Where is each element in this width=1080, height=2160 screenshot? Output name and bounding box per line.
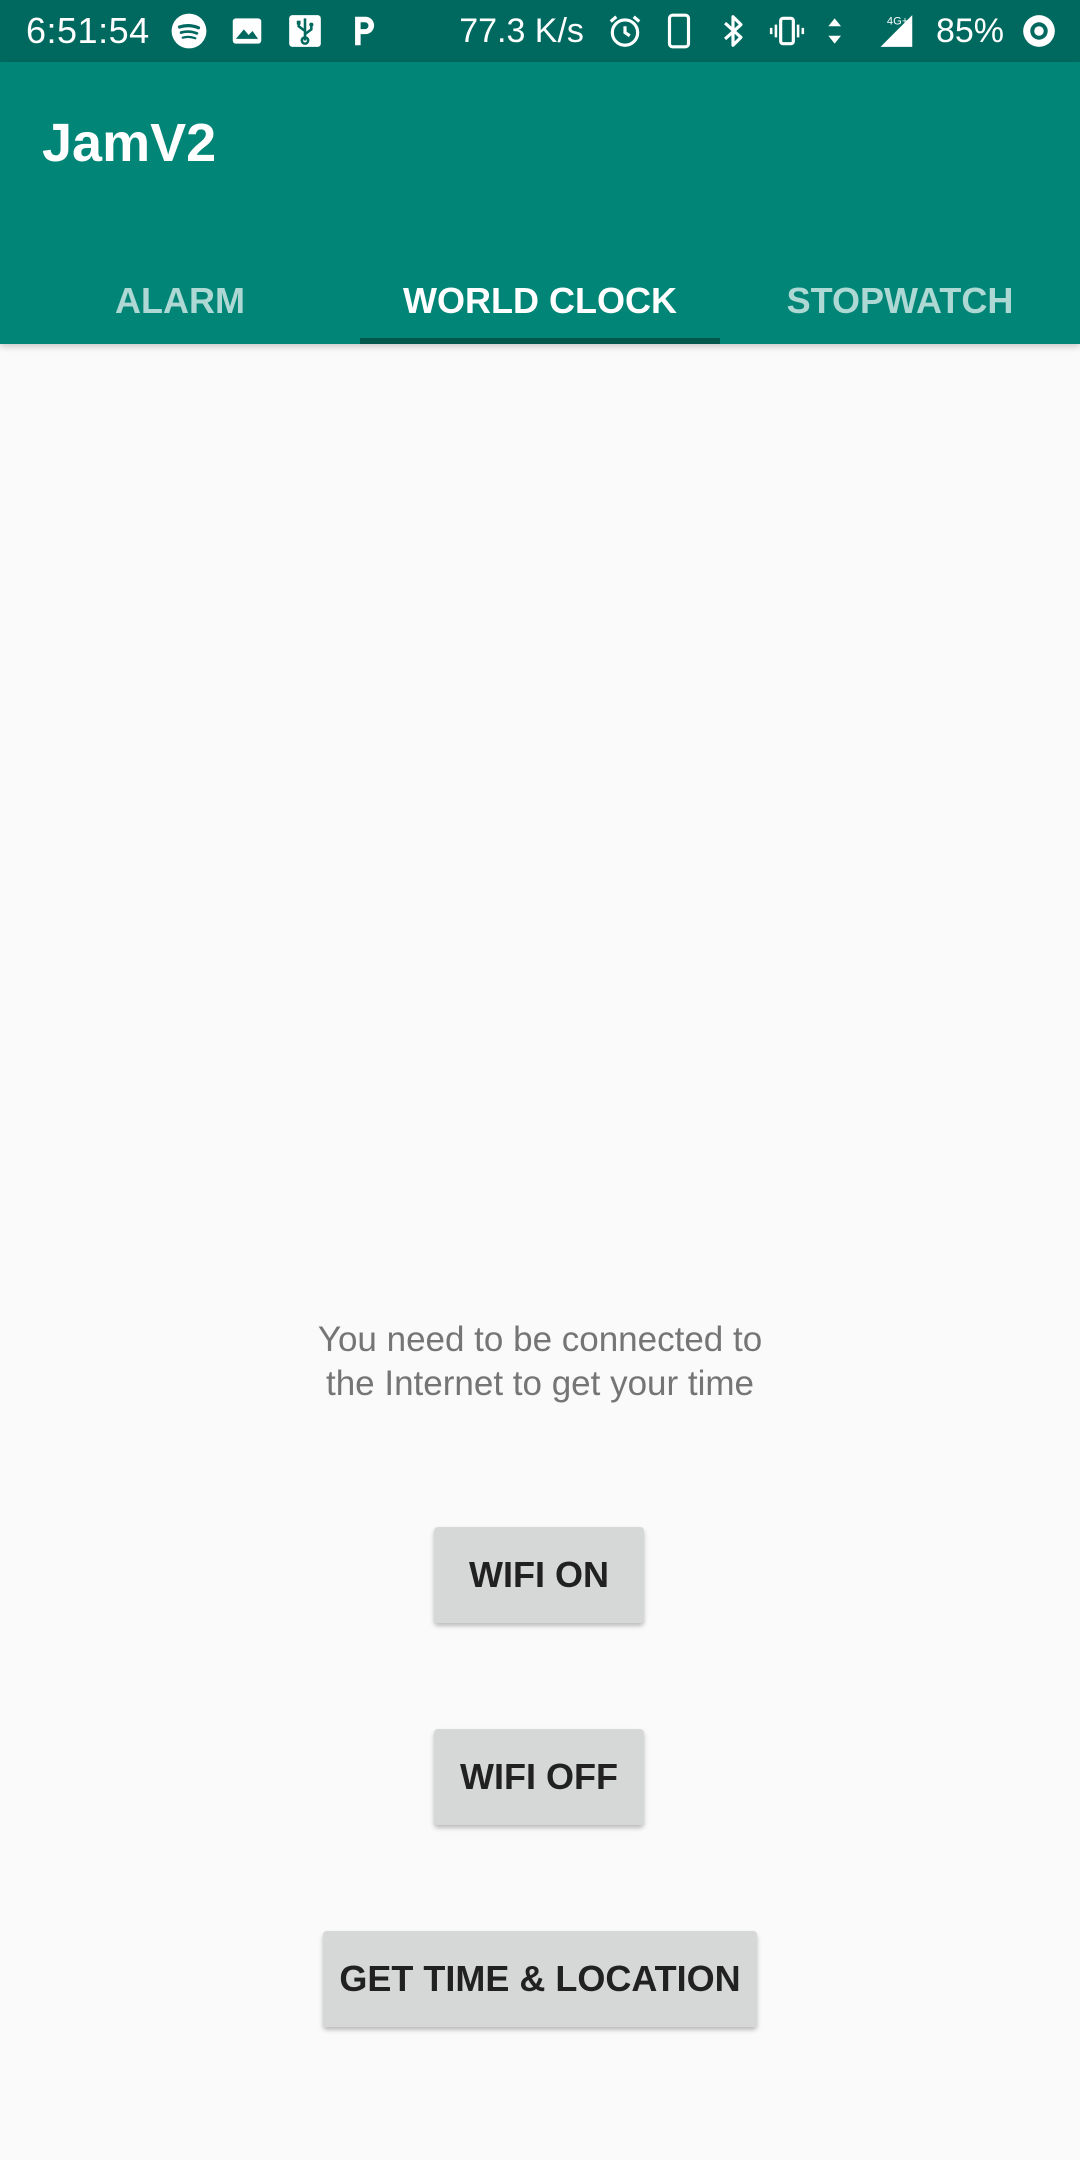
spotify-icon [170, 12, 208, 50]
data-arrows-icon [822, 12, 860, 50]
wifi-on-button[interactable]: WIFI ON [434, 1527, 644, 1623]
usb-icon [286, 12, 324, 50]
signal-icon: 4G+ [876, 12, 920, 50]
status-time: 6:51:54 [26, 10, 150, 51]
image-icon [228, 12, 266, 50]
tab-bar: ALARM WORLD CLOCK STOPWATCH [0, 258, 1080, 344]
wifi-off-button[interactable]: WIFI OFF [434, 1729, 644, 1825]
phone-icon [660, 12, 698, 50]
message-line-1: You need to be connected to [317, 1320, 763, 1359]
battery-icon [1020, 12, 1058, 50]
status-bar: 6:51:54 77.3 K/s 4G+ 85% [0, 0, 1080, 62]
network-type-label: 4G+ [887, 16, 908, 28]
app-bar: JamV2 ALARM WORLD CLOCK STOPWATCH [0, 62, 1080, 344]
tab-world-clock[interactable]: WORLD CLOCK [360, 258, 720, 344]
app-title: JamV2 [42, 113, 217, 173]
parking-icon [344, 12, 382, 50]
connection-message: You need to be connected to the Internet… [0, 1318, 1080, 1406]
alarm-icon [606, 12, 644, 50]
get-time-location-button[interactable]: GET TIME & LOCATION [323, 1931, 757, 2027]
network-speed: 77.3 K/s [459, 11, 584, 50]
bluetooth-icon [714, 12, 752, 50]
battery-percent: 85% [935, 11, 1004, 50]
vibrate-icon [768, 12, 806, 50]
tab-alarm[interactable]: ALARM [0, 258, 360, 344]
message-line-2: the Internet to get your time [325, 1364, 754, 1403]
tab-stopwatch[interactable]: STOPWATCH [720, 258, 1080, 344]
